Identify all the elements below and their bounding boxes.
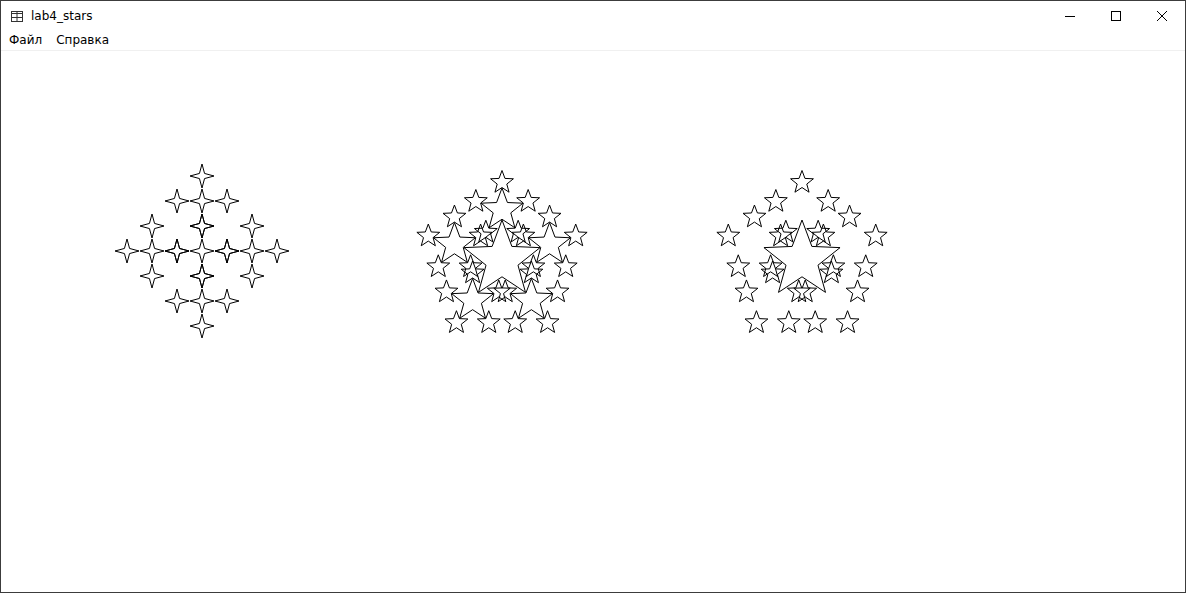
star-shape <box>864 224 887 246</box>
star-shape <box>265 239 289 263</box>
star-shape <box>115 239 139 263</box>
star-shape <box>529 223 571 263</box>
star-shape <box>427 255 450 277</box>
maximize-button[interactable] <box>1093 1 1139 31</box>
star-shape <box>791 171 814 193</box>
star-shape <box>240 214 264 238</box>
star-shape <box>215 239 239 263</box>
star-shape <box>434 223 476 263</box>
star-shape <box>546 280 569 302</box>
star-shape <box>435 280 458 302</box>
star-shape <box>165 239 189 263</box>
app-icon <box>10 9 24 23</box>
star-shape <box>452 278 494 318</box>
star-shape <box>215 239 239 263</box>
star-shape <box>727 255 750 277</box>
star-shape <box>510 278 552 318</box>
star-shape <box>459 255 482 277</box>
star-shape <box>190 214 214 238</box>
star-shape <box>820 261 843 283</box>
star-shape <box>417 224 440 246</box>
star-shape <box>846 280 869 302</box>
star-shape <box>190 289 214 313</box>
star-shape <box>190 239 214 263</box>
star-shape <box>764 190 787 212</box>
star-shape <box>717 224 740 246</box>
star-shape <box>517 190 540 212</box>
star-shape <box>215 189 239 213</box>
title-bar[interactable]: lab4_stars <box>1 1 1185 31</box>
menu-item[interactable]: Файл <box>2 31 49 50</box>
star-shape <box>769 224 792 246</box>
star-shape <box>491 171 514 193</box>
star-shape <box>240 239 264 263</box>
star-shape <box>512 224 535 246</box>
star-shape <box>838 205 861 227</box>
star-shape <box>190 264 214 288</box>
star-shape <box>520 261 543 283</box>
star-shape <box>764 220 840 292</box>
star-shape <box>836 311 859 333</box>
star-shape <box>759 255 782 277</box>
star-shape <box>215 289 239 313</box>
star-shape <box>477 311 500 333</box>
star-shape <box>735 280 758 302</box>
star-shape <box>190 214 214 238</box>
star-shape <box>165 289 189 313</box>
star-shape <box>854 255 877 277</box>
star-shape <box>464 190 487 212</box>
star-shape <box>743 205 766 227</box>
star-shape <box>190 314 214 338</box>
minimize-icon <box>1065 11 1075 21</box>
star-shape <box>554 255 577 277</box>
app-window: lab4_stars ФайлСправка <box>0 0 1186 593</box>
close-button[interactable] <box>1139 1 1185 31</box>
star-shape <box>190 164 214 188</box>
star-shape <box>745 311 768 333</box>
close-icon <box>1157 11 1167 21</box>
star-shape <box>817 190 840 212</box>
star-shape <box>536 311 559 333</box>
star-shape <box>443 205 466 227</box>
star-shape <box>464 220 540 292</box>
star-shape <box>487 280 510 302</box>
star-shape <box>165 239 189 263</box>
star-shape <box>190 189 214 213</box>
drawing-canvas <box>1 51 1185 592</box>
star-figure <box>115 164 289 338</box>
star-shape <box>804 311 827 333</box>
star-shape <box>140 239 164 263</box>
window-title: lab4_stars <box>31 7 1047 25</box>
star-figure <box>417 171 587 333</box>
star-shape <box>240 264 264 288</box>
menu-item[interactable]: Справка <box>49 31 116 50</box>
star-shape <box>538 205 561 227</box>
star-shape <box>481 188 523 228</box>
star-shape <box>787 280 810 302</box>
star-shape <box>190 264 214 288</box>
star-shape <box>165 189 189 213</box>
star-shape <box>140 264 164 288</box>
star-shape <box>812 224 835 246</box>
star-shape <box>504 311 527 333</box>
star-shape <box>140 214 164 238</box>
star-group <box>717 171 887 333</box>
star-shape <box>777 311 800 333</box>
star-shape <box>469 224 492 246</box>
star-figure <box>717 171 887 333</box>
star-shape <box>445 311 468 333</box>
star-shape <box>564 224 587 246</box>
maximize-icon <box>1111 11 1121 21</box>
star-group <box>115 164 289 338</box>
menu-bar: ФайлСправка <box>1 31 1185 51</box>
minimize-button[interactable] <box>1047 1 1093 31</box>
star-group <box>417 171 587 333</box>
